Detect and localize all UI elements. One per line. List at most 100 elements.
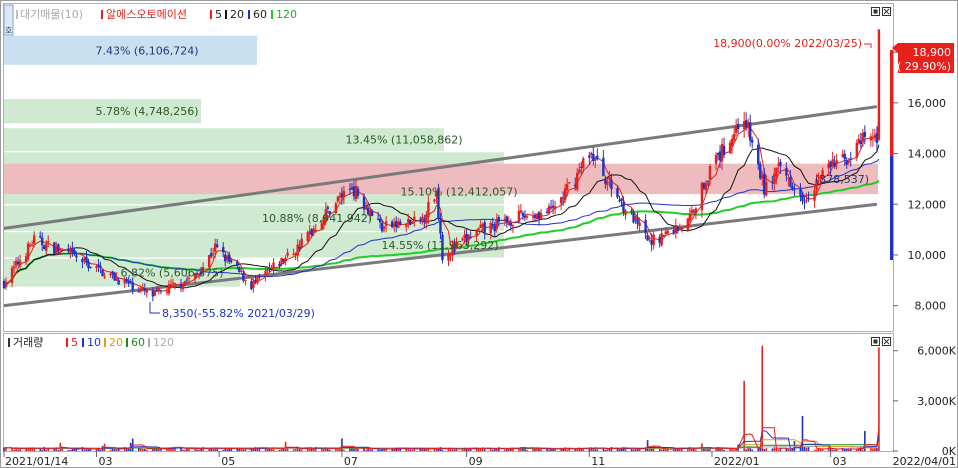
candle-body [594,158,597,161]
candle-body [326,207,330,209]
vol-legend-120[interactable]: 120 [153,336,174,349]
candle-body [624,210,627,215]
volume-bar [771,448,774,451]
volume-bar [29,448,31,451]
legend-marker-ma120 [271,10,273,19]
candle-body [547,205,551,214]
volume-bar [833,449,836,451]
candle-body [222,247,225,253]
volume-bar [831,449,834,451]
volume-bar [351,448,353,451]
legend-profile[interactable]: 대기매물(10) [20,8,83,21]
volume-bar [636,449,639,451]
candle-body [652,234,655,246]
candle-body [736,123,740,130]
candle-body [411,222,414,224]
volume-bar [222,449,225,451]
volume-bar [538,448,540,451]
candle-body [751,139,754,143]
candle-body [732,133,736,141]
legend-ma5[interactable]: 5 [215,8,222,21]
volume-bar [872,448,874,451]
time-tick-label: 03 [99,455,113,468]
candle-body [266,269,269,271]
volume-bar [377,449,379,451]
candle-body [539,212,543,220]
candle-body [805,199,808,201]
candle-body [183,280,187,287]
candle-body [413,216,416,220]
volume-bar [743,380,745,451]
time-tick-label: 2022/04/01 [893,455,956,468]
volume-bar [695,449,697,451]
volume-bar [146,449,148,451]
volume-bar [596,449,599,451]
volume-bar [441,449,444,451]
volume-bar [461,449,464,451]
current-price-tag: 18,900 ( 29.90%) [892,43,954,73]
range-bar-down [890,156,893,260]
volume-bar [17,449,19,451]
candle-body [807,197,810,199]
volume-bar [278,449,281,451]
volume-profile-label: (378,537) [815,173,869,186]
candle-body [863,131,867,137]
candle-body [264,270,267,276]
volume-bar [777,449,780,451]
legend-ma20[interactable]: 20 [230,8,244,21]
volume-bar [548,449,550,451]
candle-body [475,229,478,237]
volume-bar [67,449,70,451]
candle-body [578,169,581,173]
volume-bar [226,448,229,451]
candle-body [666,230,669,234]
candle-body [803,201,806,203]
volume-bar [827,447,830,451]
vol-legend-marker-10 [82,338,84,347]
candle-body [399,221,402,225]
volume-bar [115,448,118,451]
candle-body [680,228,684,230]
volume-bar [45,449,48,451]
candle-body [129,281,132,283]
low-annotation: 8,350(-55.82% 2021/03/29) [162,307,315,320]
candle-body [596,155,599,160]
stock-chart: 7.43% (6,106,724) 5.78% (4,748,256) 13.45%… [0,0,958,468]
vol-legend-10[interactable]: 10 [87,336,101,349]
candle-body [525,216,529,218]
vol-legend-title[interactable]: 거래량 [13,336,43,349]
vol-legend-5[interactable]: 5 [71,336,78,349]
volume-bar [646,440,649,451]
candle-body [131,282,134,291]
volume-bar [606,449,609,451]
volume-bar [196,449,198,451]
vol-legend-60[interactable]: 60 [131,336,145,349]
legend-stock-name[interactable]: 알에스오토메이션 [106,7,187,21]
candle-body [630,210,633,212]
vol-legend-20[interactable]: 20 [109,336,123,349]
volume-bar [33,448,35,451]
volume-bar [61,448,64,451]
candle-body [41,237,44,246]
candle-body [30,244,34,246]
candle-body [336,196,340,202]
volume-bar [719,449,721,451]
volume-bar [773,447,776,451]
volume-bar [566,449,568,451]
volume-profile-label: 7.43% (6,106,724) [95,44,198,57]
candle-body [567,182,571,184]
volume-bar [765,448,768,451]
candle-body [748,122,752,141]
volume-bar [723,449,725,451]
volume-bar [491,449,494,451]
volume-bar [451,449,454,451]
volume-bar [109,449,112,451]
legend-ma120[interactable]: 120 [276,8,297,21]
candle-body [722,146,726,156]
candle-body [620,198,623,202]
candle-body [779,161,782,167]
candle-body [342,190,346,198]
legend-ma60[interactable]: 60 [253,8,267,21]
candle-body [405,223,408,227]
candle-body [109,273,112,276]
